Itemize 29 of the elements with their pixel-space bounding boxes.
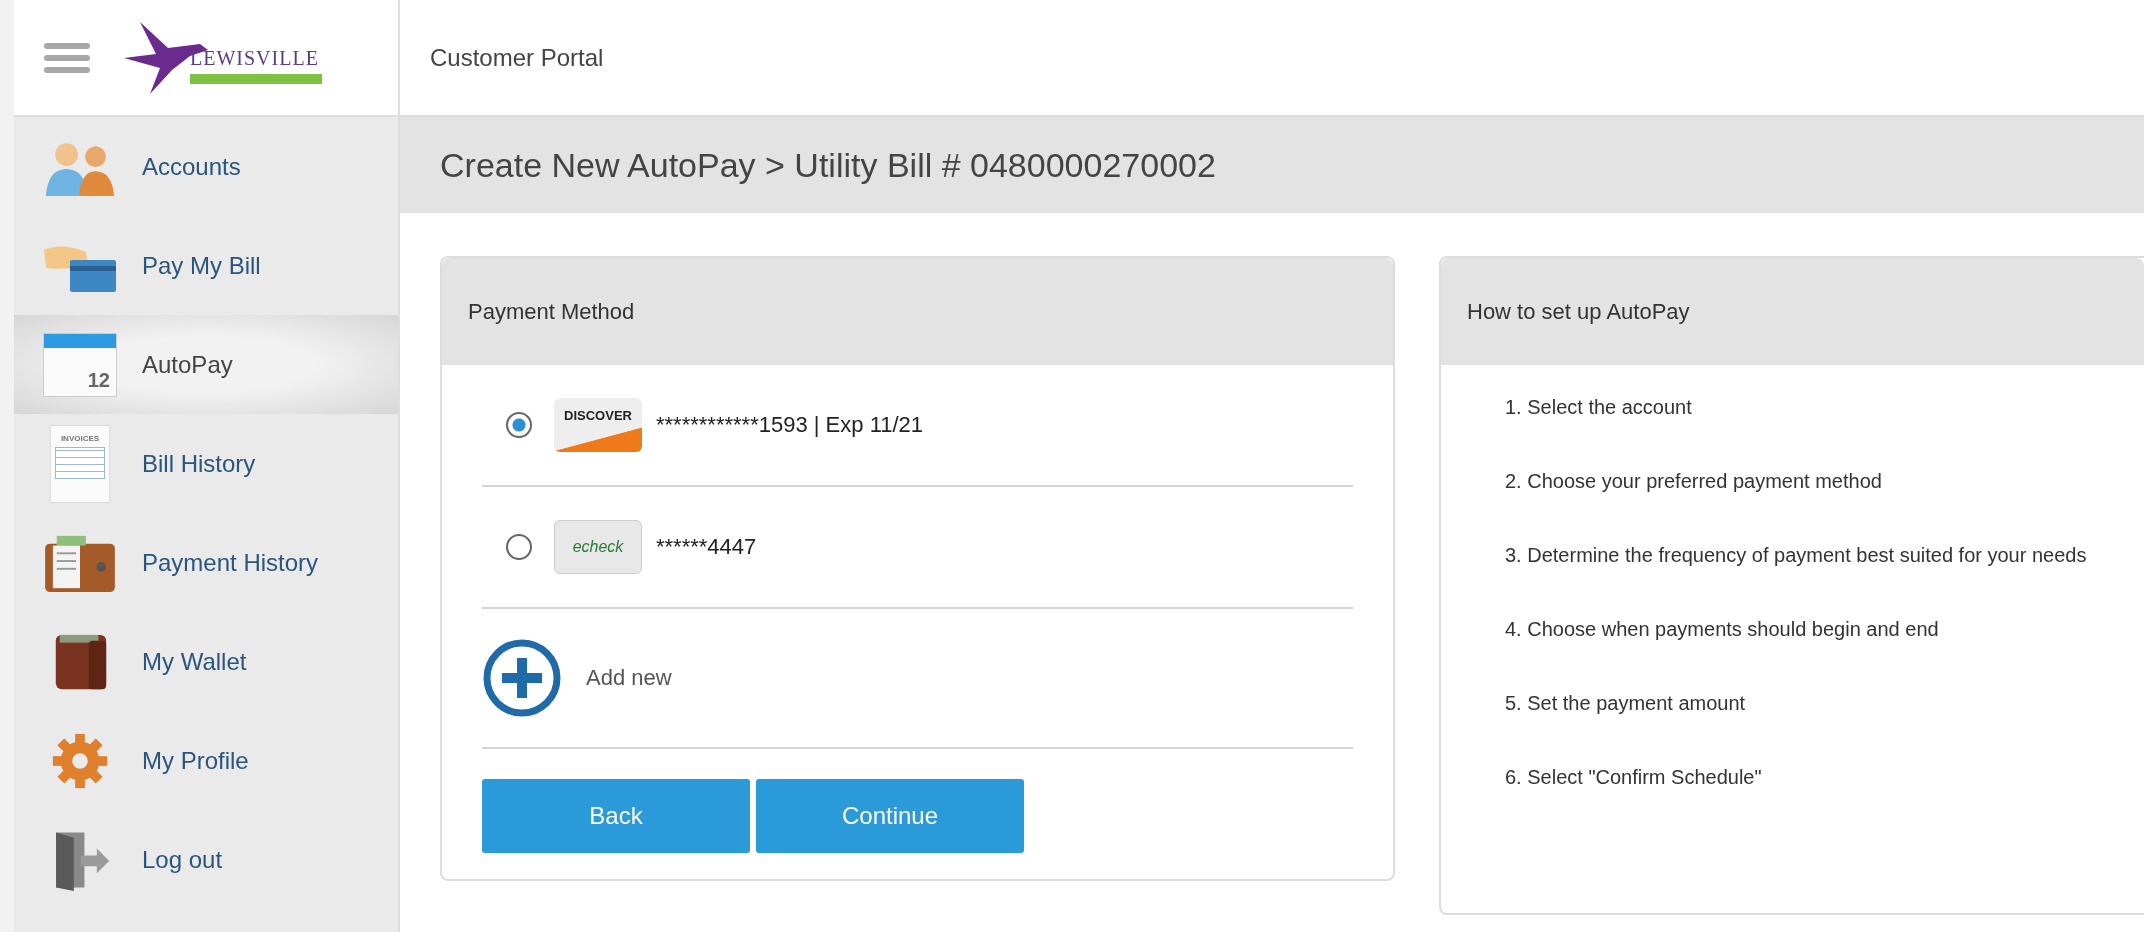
payment-method-label: ************1593 | Exp 11/21 (656, 412, 924, 438)
sidebar-item[interactable]: Pay My Bill (14, 216, 398, 315)
step-text: 3. Determine the frequency of payment best suited for your needs (1505, 543, 2088, 568)
step-text: 2. Choose your preferred payment method (1505, 469, 1883, 494)
step-text: 4. Choose when payments should begin and end (1505, 617, 1940, 642)
sidebar-item[interactable]: My Profile (14, 711, 398, 810)
invoice-icon: INVOICES (50, 424, 110, 503)
radio-button[interactable] (506, 412, 532, 438)
payment-method-label: ******4447 (656, 534, 757, 560)
sidebar-item[interactable]: Log out (14, 810, 398, 909)
radio-button[interactable] (506, 534, 532, 560)
sidebar-item[interactable]: Payment History (14, 513, 398, 612)
portal-title: Customer Portal (430, 43, 604, 72)
echeck-logo: echeck (554, 520, 642, 574)
sidebar-item[interactable]: My Wallet (14, 612, 398, 711)
sidebar-item[interactable]: Accounts (14, 117, 398, 216)
discover-logo: DISCOVER (554, 398, 642, 452)
sidebar-item[interactable]: 12 AutoPay (14, 315, 398, 414)
card-title: How to set up AutoPay (1467, 298, 1690, 325)
page-title: Create New AutoPay > Utility Bill # 0480000270002 (440, 145, 1216, 185)
step-text: 5. Set the payment amount (1505, 691, 1747, 716)
add-icon[interactable] (482, 638, 562, 718)
step-text: 1. Select the account (1505, 395, 1693, 420)
sidebar-item[interactable]: INVOICES Bill History (14, 414, 398, 513)
calendar-icon: 12 (43, 332, 117, 397)
logo-text: LEWISVILLE (190, 46, 320, 70)
add-new-link[interactable]: Add new (586, 665, 672, 691)
card-title: Payment Method (468, 298, 635, 325)
step-text: 6. Select "Confirm Schedule" (1505, 765, 1763, 790)
